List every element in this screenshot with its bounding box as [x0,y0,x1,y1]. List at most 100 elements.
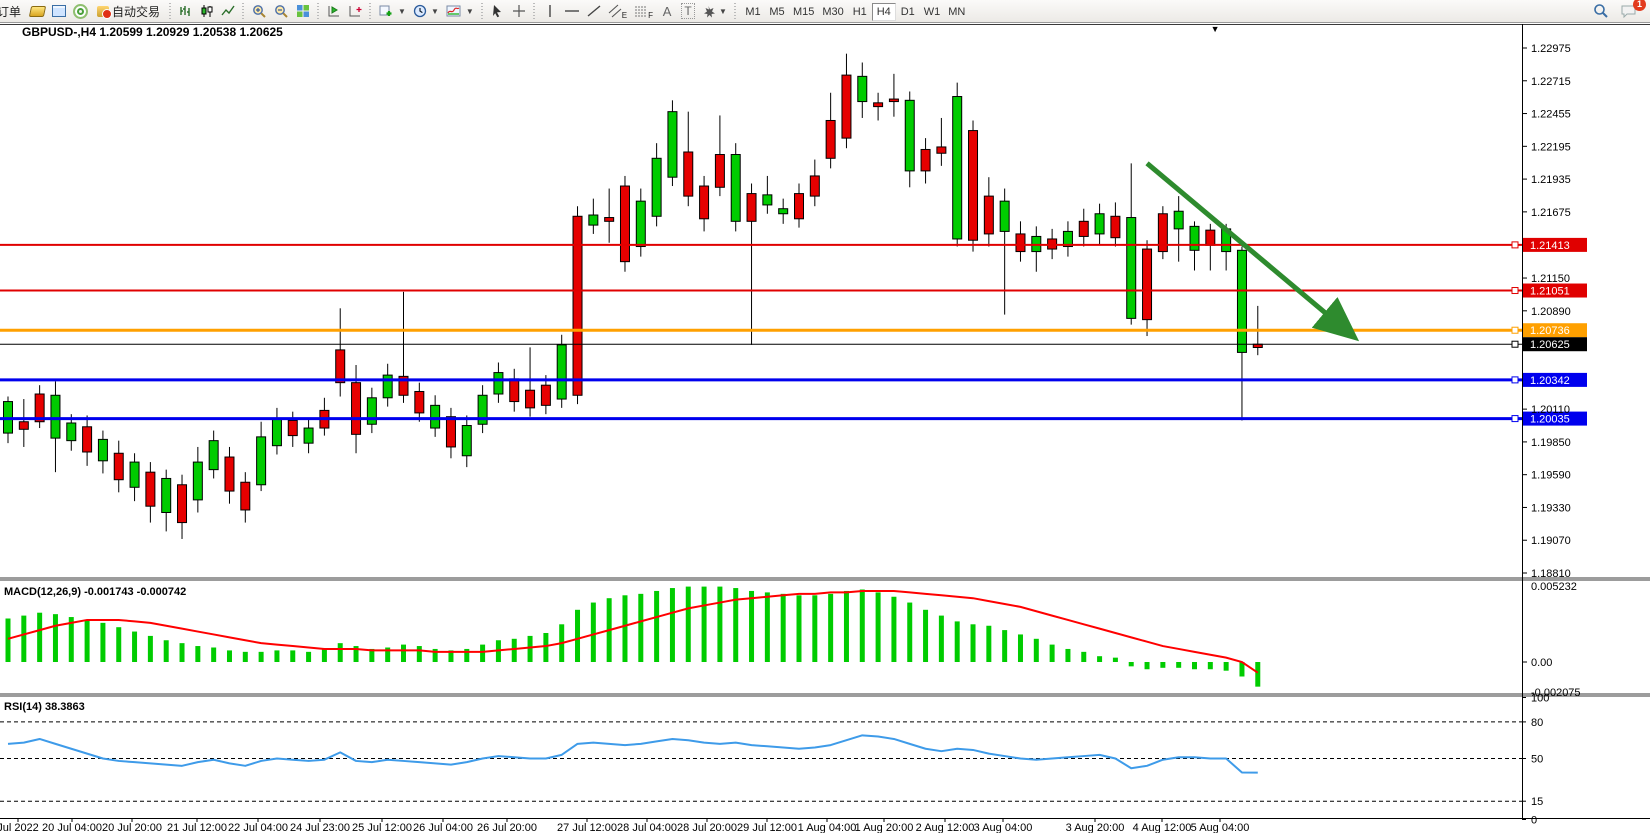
fibonacci-icon [634,4,648,18]
zoom-in-button[interactable] [249,1,270,21]
gold-ingot-icon [29,6,46,17]
chart-canvas[interactable]: 1.214131.210511.207361.206251.203421.200… [0,22,1650,833]
macd-histogram-bar [116,627,121,662]
candle [573,216,582,395]
timeframe-mn[interactable]: MN [944,3,969,21]
candle [826,120,835,158]
price-badge-label: 1.21413 [1530,240,1570,252]
macd-histogram-bar [1145,662,1150,669]
macd-histogram-bar [860,590,865,663]
macd-histogram-bar [85,620,90,662]
trendline-tool-button[interactable] [584,1,604,21]
timeframe-m5[interactable]: M5 [765,3,789,21]
chart-shift-button[interactable] [345,1,365,21]
price-tick-label: 1.19330 [1531,502,1571,514]
crosshair-tool-button[interactable] [509,1,529,21]
price-tick-label: 1.22975 [1531,43,1571,55]
chart-shift-icon [348,4,362,18]
macd-histogram-bar [259,652,264,662]
macd-histogram-bar [717,587,722,662]
candle [905,100,914,171]
signal-button[interactable] [70,1,91,21]
cursor-tool-button[interactable] [488,1,508,21]
toolbar-separator [368,3,373,19]
trend-arrow[interactable] [1147,163,1351,334]
fibonacci-tool-button[interactable]: F [631,1,656,21]
candle [51,395,60,438]
time-label: 24 Jul 23:00 [290,822,350,833]
vertical-line-tool-button[interactable] [540,1,560,21]
notifications-button[interactable]: 1 [1618,1,1640,21]
auto-scroll-button[interactable] [324,1,344,21]
macd-histogram-bar [1192,662,1197,669]
candle [795,194,804,219]
timeframe-m15[interactable]: M15 [789,3,818,21]
channel-tool-button[interactable]: E [605,1,630,21]
candle [636,201,645,246]
indicators-icon [446,4,462,18]
time-label: 28 Jul 20:00 [677,822,737,833]
hline-handle [1512,327,1518,333]
time-label: 20 Jul 04:00 [42,822,102,833]
macd-histogram-bar [986,626,991,662]
horizontal-line-tool-button[interactable] [561,1,583,21]
deposit-button[interactable] [27,1,48,21]
timeframe-m30[interactable]: M30 [818,3,847,21]
auto-trading-label: 自动交易 [112,3,160,20]
timeframe-d1[interactable]: D1 [896,3,920,21]
candlestick-mode-button[interactable] [197,1,217,21]
candle [67,423,76,441]
macd-histogram-bar [844,591,849,662]
candle [779,209,788,214]
text-label-letter: T [681,3,694,19]
period-button[interactable]: ▼ [410,1,442,21]
vertical-line-icon [545,4,555,18]
time-label: 5 Aug 04:00 [1191,822,1250,833]
auto-trading-button[interactable]: 自动交易 [92,1,165,21]
candle [589,215,598,225]
candle [984,196,993,234]
candle [257,437,266,485]
macd-histogram-bar [955,621,960,662]
macd-histogram-bar [891,597,896,662]
chart-area[interactable]: 1.214131.210511.207361.206251.203421.200… [0,22,1650,833]
line-chart-mode-button[interactable] [218,1,238,21]
timeframe-h4[interactable]: H4 [872,3,896,21]
toolbar-separator [532,3,537,19]
candle [668,112,677,178]
auto-scroll-icon [327,4,341,18]
rsi-axis-label: 0 [1531,815,1537,827]
text-label-tool-button[interactable]: T [678,1,698,21]
new-chart-button[interactable]: ▼ [376,1,409,21]
macd-histogram-bar [100,623,105,662]
candle [415,391,424,412]
macd-histogram-bar [923,610,928,662]
price-tick-label: 1.22195 [1531,141,1571,153]
timeframe-h1[interactable]: H1 [848,3,872,21]
tile-windows-button[interactable] [293,1,313,21]
indicators-button[interactable]: ▼ [443,1,477,21]
arrows-tool-button[interactable]: ▼ [699,1,730,21]
price-tick-label: 1.21935 [1531,174,1571,186]
macd-histogram-bar [132,632,137,662]
price-tick-label: 1.21675 [1531,207,1571,219]
macd-histogram-bar [53,614,58,662]
toolbar: 订单 自动交易 ▼ ▼ ▼ E [0,0,1650,23]
bar-chart-mode-button[interactable] [176,1,196,21]
macd-histogram-bar [148,636,153,662]
macd-histogram-bar [164,640,169,662]
text-tool-button[interactable]: A [657,1,677,21]
scroll-marker-icon: ▼ [1211,24,1220,34]
time-label: 29 Jul 12:00 [737,822,797,833]
text-tool-letter: A [663,4,672,19]
macd-histogram-bar [797,595,802,662]
terminal-button[interactable] [49,1,69,21]
candle [1127,218,1136,319]
macd-histogram-bar [1160,662,1165,668]
search-button[interactable] [1590,1,1612,21]
zoom-out-button[interactable] [271,1,292,21]
candle [1174,211,1183,229]
new-order-button[interactable]: 订单 [0,1,26,21]
timeframe-w1[interactable]: W1 [920,3,945,21]
timeframe-m1[interactable]: M1 [741,3,765,21]
